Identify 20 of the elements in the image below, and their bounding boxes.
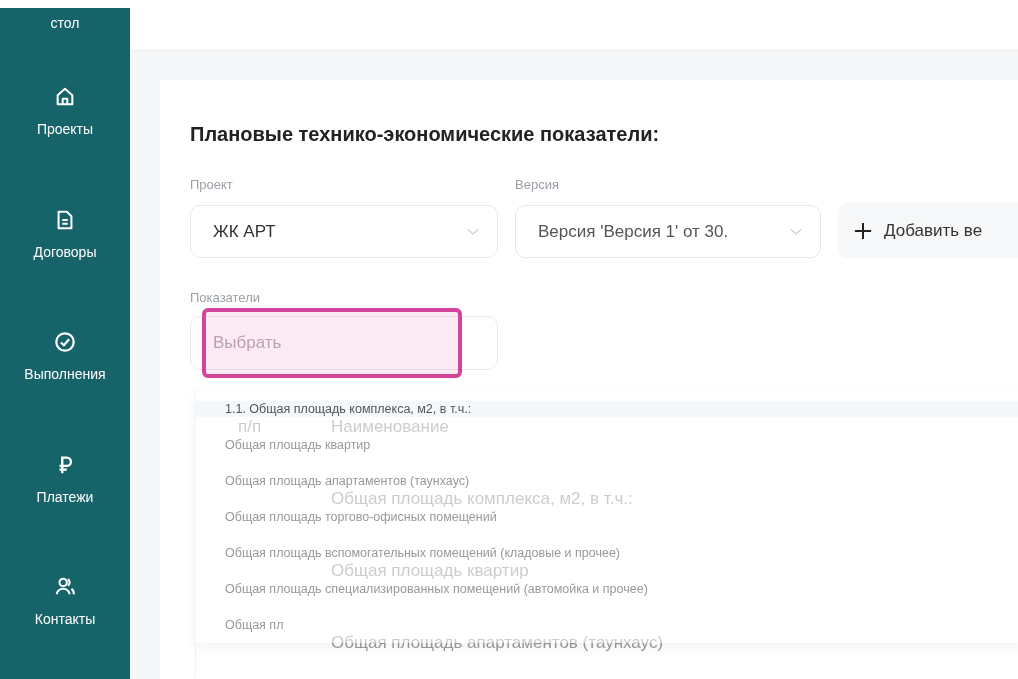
sidebar-item[interactable]: Платежи <box>36 487 94 506</box>
check-circle-icon <box>54 331 76 354</box>
page-title: Плановые технико-экономические показатели: <box>190 122 661 146</box>
field-label: Показатели <box>190 290 261 306</box>
field-label: Версия <box>515 177 560 193</box>
sidebar-item[interactable]: Договоры <box>33 242 97 261</box>
select-field[interactable]: ЖК АРТ <box>190 205 498 258</box>
sidebar-item[interactable]: Выполнения <box>24 365 106 384</box>
search-field[interactable]: Выбрать <box>190 316 498 370</box>
chevron-down-icon <box>467 227 479 236</box>
chevron-down-icon <box>790 227 802 236</box>
table-cell-text: Общая площадь апартаментов (таунхаус) <box>330 633 664 651</box>
sidebar-item[interactable]: Контакты <box>34 610 96 629</box>
sidebar-item[interactable]: стол <box>50 14 80 32</box>
dropdown-item[interactable]: 1.1. Общая площадь комплекса, м2, в т.ч.: <box>195 401 1018 417</box>
plus-icon <box>854 221 872 240</box>
sidebar-item[interactable]: Проекты <box>36 120 94 139</box>
field-label: Проект <box>190 177 234 193</box>
add-version-button[interactable]: Добавить ве <box>838 203 1018 258</box>
select-field[interactable]: Версия 'Версия 1' от 30. <box>515 205 821 258</box>
